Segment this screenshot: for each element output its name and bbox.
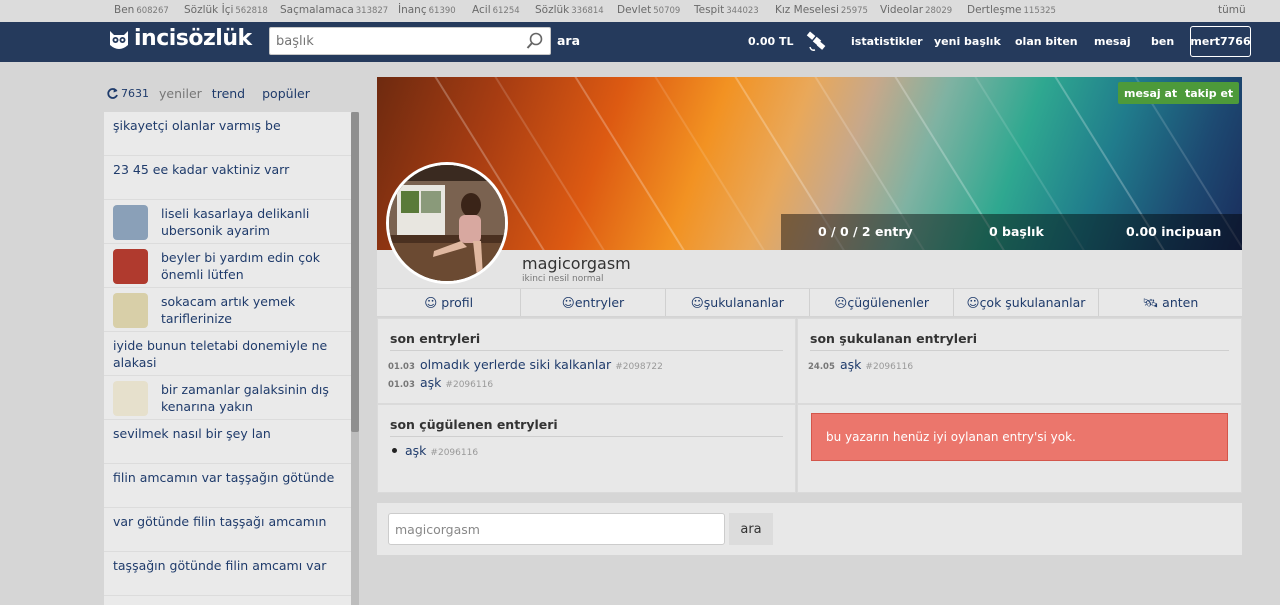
category-item[interactable]: Videolar 28029	[880, 4, 952, 16]
owl-logo-icon	[110, 30, 128, 49]
tab-profile[interactable]: ☺ profil	[377, 289, 522, 316]
no-entries-alert: bu yazarın henüz iyi oylanan entry'si yo…	[811, 413, 1228, 461]
user-search-button[interactable]: ara	[729, 513, 773, 545]
sidebar-topic-item[interactable]: var götünde filin taşşağı amcamın	[104, 508, 351, 552]
smile-icon: ☺	[424, 295, 438, 310]
refresh-icon[interactable]	[106, 87, 119, 100]
profile-username: magicorgasm	[522, 254, 631, 273]
profile-name-strip	[377, 250, 1242, 288]
topic-thumbnail	[113, 249, 148, 284]
topic-title: liseli kasarlaya delikanli ubersonik aya…	[161, 206, 310, 238]
panel-title: son şukulanan entryleri	[810, 331, 1229, 351]
user-menu-button[interactable]: mert7766	[1190, 26, 1251, 57]
topic-thumbnail	[113, 293, 148, 328]
category-item[interactable]: Ben 608267	[114, 4, 169, 16]
avatar[interactable]	[386, 162, 508, 284]
points-count[interactable]: 0.00 incipuan	[1126, 224, 1221, 239]
topic-title: filin amcamın var taşşağın götünde	[113, 470, 335, 485]
balance-display[interactable]: 0.00 TL	[748, 35, 793, 48]
category-bar: Ben 608267 Sözlük İçi 562818 Saçmalamaca 31…	[0, 0, 1280, 22]
tab-trend[interactable]: trend	[212, 86, 245, 101]
topic-title: beyler bi yardım edin çok önemli lütfen	[161, 250, 320, 282]
sidebar-topic-item[interactable]: taşşağın götünde filin amcamı var	[104, 552, 351, 596]
nav-messages[interactable]: mesaj	[1094, 35, 1131, 48]
smile-icon: ☺	[966, 295, 980, 310]
topic-title: var götünde filin taşşağı amcamın	[113, 514, 327, 529]
entry-row[interactable]: aşk #2096116	[392, 443, 795, 461]
category-all-link[interactable]: tümü	[1218, 4, 1246, 16]
tab-liked[interactable]: ☺şukulananlar	[666, 289, 810, 316]
smile-icon: ☺	[561, 295, 575, 310]
topic-count[interactable]: 0 başlık	[989, 224, 1044, 239]
sidebar-topic-item[interactable]: liseli kasarlaya delikanli ubersonik aya…	[104, 200, 351, 244]
sidebar-topic-item[interactable]: filin amcamın var taşşağın götünde	[104, 464, 351, 508]
topic-title: iyide bunun teletabi donemiyle ne alakas…	[113, 338, 328, 370]
top-navbar: incisözlük ara 0.00 TL istatistikler yen…	[0, 22, 1280, 62]
search-input[interactable]	[270, 28, 510, 54]
tab-most-liked[interactable]: ☺çok şukulananlar	[954, 289, 1099, 316]
nav-me[interactable]: ben	[1151, 35, 1174, 48]
profile-tabs: ☺ profil ☺entryler ☺şukulananlar ☹çügüle…	[377, 288, 1242, 317]
tab-entries[interactable]: ☺entryler	[521, 289, 666, 316]
entry-row[interactable]: 01.03 olmadık yerlerde siki kalkanlar #209…	[388, 357, 795, 375]
panel-recent-entries: son entryleri 01.03 olmadık yerlerde siki…	[377, 318, 796, 404]
search-icon[interactable]	[526, 32, 544, 50]
nav-activity[interactable]: olan biten	[1015, 35, 1078, 48]
category-item[interactable]: Acil 61254	[472, 4, 520, 16]
tab-disliked[interactable]: ☹çügülenenler	[810, 289, 955, 316]
entry-row[interactable]: 24.05 aşk #2096116	[808, 357, 1241, 375]
topic-thumbnail	[113, 381, 148, 416]
sidebar-topic-item[interactable]: şikayetçi olanlar varmış be	[104, 112, 351, 156]
sidebar-scrollbar[interactable]	[351, 112, 359, 605]
topic-title: taşşağın götünde filin amcamı var	[113, 558, 327, 573]
panel-recent-disliked: son çügülenen entryleri aşk #2096116	[377, 404, 796, 493]
logo-text: incisözlük	[134, 26, 252, 51]
panel-title: son entryleri	[390, 331, 783, 351]
nav-new-topic[interactable]: yeni başlık	[934, 35, 1001, 48]
tab-popular[interactable]: popüler	[262, 86, 310, 101]
panel-title: son çügülenen entryleri	[390, 417, 783, 437]
satellite-icon[interactable]	[806, 30, 828, 52]
entry-count[interactable]: 0 / 0 / 2 entry	[818, 224, 913, 239]
frown-icon: ☹	[834, 295, 848, 310]
sidebar-topic-item[interactable]: iyide bunun teletabi donemiyle ne alakas…	[104, 332, 351, 376]
search-box	[269, 27, 551, 55]
category-item[interactable]: Sözlük 336814	[535, 4, 604, 16]
sidebar-topic-item[interactable]: sevilmek nasıl bir şey lan	[104, 420, 351, 464]
site-logo[interactable]: incisözlük	[108, 26, 252, 51]
panel-recent-liked: son şukulanan entryleri 24.05 aşk #2096116	[797, 318, 1242, 404]
send-message-button[interactable]: mesaj at	[1118, 82, 1184, 104]
category-item[interactable]: Kız Meselesi 25975	[775, 4, 868, 16]
smile-icon: ☺	[690, 295, 704, 310]
category-item[interactable]: Dertleşme 115325	[967, 4, 1056, 16]
profile-stats: 0 / 0 / 2 entry 0 başlık 0.00 incipuan	[781, 214, 1242, 250]
topic-thumbnail	[113, 205, 148, 240]
sidebar-topic-item[interactable]: 23 45 ee kadar vaktiniz varr	[104, 156, 351, 200]
satellite-icon: 🛰	[1142, 295, 1159, 310]
sidebar-topic-item[interactable]: bir zamanlar galaksinin dış kenarına yak…	[104, 376, 351, 420]
category-item[interactable]: Sözlük İçi 562818	[184, 4, 268, 16]
topic-title: bir zamanlar galaksinin dış kenarına yak…	[161, 382, 329, 414]
topic-title: sevilmek nasıl bir şey lan	[113, 426, 271, 441]
topic-title: 23 45 ee kadar vaktiniz varr	[113, 162, 290, 177]
nav-statistics[interactable]: istatistikler	[851, 35, 923, 48]
follow-button[interactable]: takip et	[1179, 82, 1240, 104]
topic-title: şikayetçi olanlar varmış be	[113, 118, 281, 133]
tab-antenna[interactable]: 🛰 anten	[1099, 289, 1242, 316]
sidebar-header: 7631 yeniler trend popüler	[106, 86, 310, 101]
user-search-input[interactable]: magicorgasm	[388, 513, 725, 545]
category-item[interactable]: Tespit 344023	[694, 4, 759, 16]
sidebar-topic-item[interactable]: sokacam artık yemek tariflerinize	[104, 288, 351, 332]
refresh-count[interactable]: 7631	[121, 87, 149, 100]
tab-new[interactable]: yeniler	[159, 86, 202, 101]
entry-row[interactable]: 01.03 aşk #2096116	[388, 375, 795, 393]
scrollbar-thumb[interactable]	[351, 112, 359, 432]
search-button[interactable]: ara	[557, 33, 580, 48]
category-item[interactable]: Saçmalamaca 313827	[280, 4, 388, 16]
profile-rank: ikinci nesil normal	[522, 274, 604, 284]
category-item[interactable]: İnanç 61390	[398, 4, 456, 16]
topic-title: sokacam artık yemek tariflerinize	[161, 294, 296, 326]
sidebar-topic-item[interactable]: beyler bi yardım edin çok önemli lütfen	[104, 244, 351, 288]
category-item[interactable]: Devlet 50709	[617, 4, 680, 16]
